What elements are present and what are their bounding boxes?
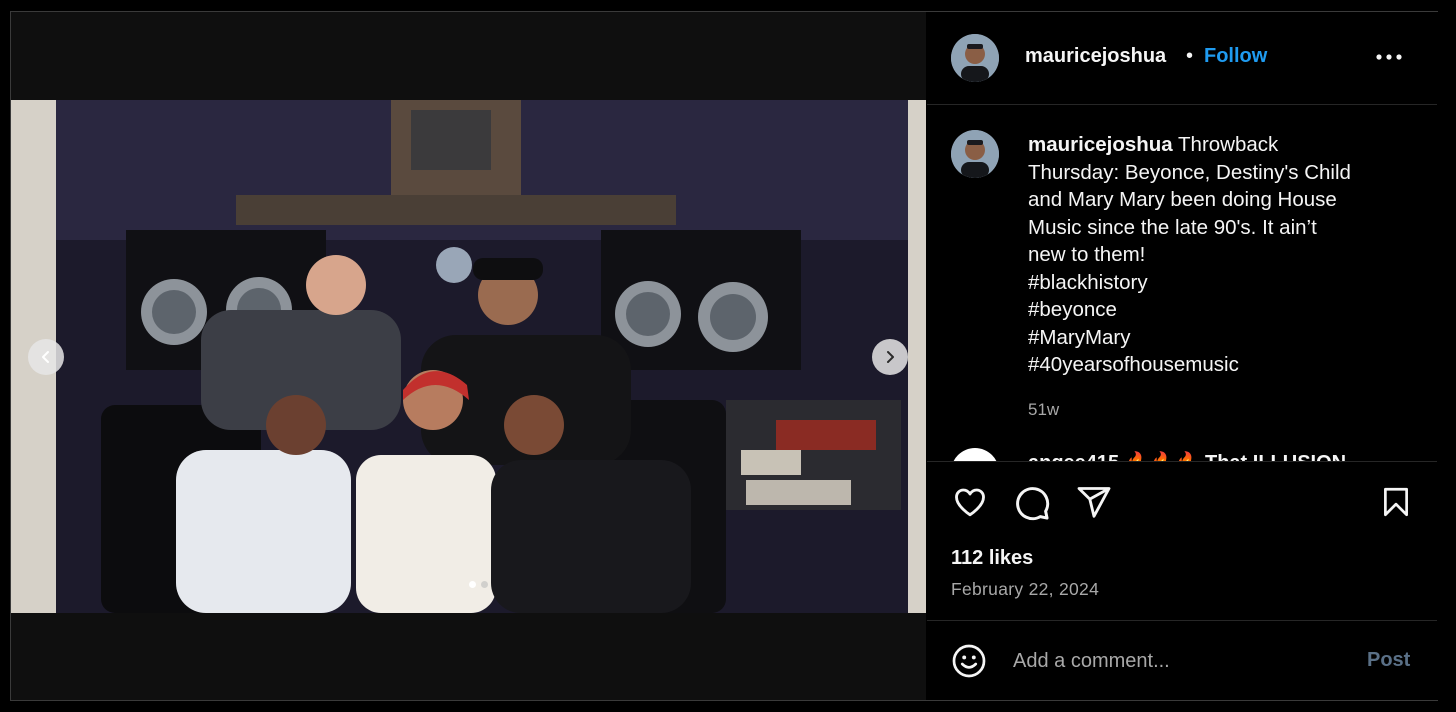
caption-line: Thursday: Beyonce, Destiny's Child: [1028, 160, 1351, 184]
avatar[interactable]: [951, 34, 999, 82]
avatar[interactable]: [951, 448, 999, 461]
comment-button[interactable]: [1013, 484, 1051, 527]
caption-line: new to them!: [1028, 243, 1146, 266]
carousel-indicator: [469, 581, 488, 588]
heart-icon: [955, 488, 985, 517]
carousel-prev-button[interactable]: [28, 339, 64, 375]
emoji-icon: [952, 644, 986, 678]
post-header: mauricejoshua • Follow: [927, 12, 1437, 105]
hashtag-link[interactable]: #40yearsofhousemusic: [1028, 351, 1388, 379]
likes-count[interactable]: 112 likes: [951, 547, 1033, 570]
media-panel: [11, 12, 926, 700]
emoji-button[interactable]: [951, 643, 987, 684]
post-side-panel: mauricejoshua • Follow mauricejoshua Thr…: [927, 12, 1438, 700]
follow-button[interactable]: Follow: [1204, 45, 1267, 68]
hashtag-link[interactable]: #beyonce: [1028, 296, 1388, 324]
share-button[interactable]: [1075, 484, 1113, 525]
separator-dot: •: [1186, 45, 1194, 67]
more-options-button[interactable]: [1371, 42, 1407, 72]
save-button[interactable]: [1379, 484, 1413, 525]
avatar[interactable]: [951, 130, 999, 178]
like-button[interactable]: [951, 484, 989, 525]
photo-image: [11, 100, 926, 613]
caption-line: and Mary Mary been doing House: [1028, 188, 1337, 211]
profile-photo: [951, 130, 999, 178]
chevron-right-icon: [887, 351, 894, 363]
comment-preview: angee415 🔥🔥🔥 That ILLUSION: [1028, 450, 1346, 461]
comments-list[interactable]: mauricejoshua Throwback Thursday: Beyonc…: [927, 105, 1437, 461]
username-link[interactable]: mauricejoshua: [1025, 45, 1166, 68]
caption-timestamp[interactable]: 51w: [1028, 400, 1059, 420]
caption-username[interactable]: mauricejoshua: [1028, 133, 1173, 156]
carousel-next-button[interactable]: [872, 339, 908, 375]
share-icon: [1077, 487, 1111, 518]
action-bar: 112 likes February 22, 2024: [927, 461, 1437, 622]
profile-photo: [951, 34, 999, 82]
bookmark-icon: [1384, 487, 1408, 517]
comment-icon: [1016, 487, 1050, 521]
caption-line: Throwback: [1178, 133, 1279, 156]
post-comment-button[interactable]: Post: [1367, 649, 1410, 672]
carousel-dot: [469, 581, 476, 588]
post-caption: mauricejoshua Throwback Thursday: Beyonc…: [1028, 131, 1388, 379]
hashtag-link[interactable]: #blackhistory: [1028, 269, 1388, 297]
hashtag-link[interactable]: #MaryMary: [1028, 324, 1388, 352]
post-dialog: mauricejoshua • Follow mauricejoshua Thr…: [10, 11, 1438, 701]
comment-composer: Post: [927, 620, 1437, 701]
chevron-left-icon: [42, 351, 49, 363]
carousel-dot: [481, 581, 488, 588]
more-horizontal-icon: [1376, 54, 1402, 60]
post-date: February 22, 2024: [951, 579, 1100, 599]
post-photo[interactable]: [11, 100, 926, 613]
caption-line: Music since the late 90's. It ain’t: [1028, 215, 1317, 239]
comment-input[interactable]: [1011, 645, 1345, 677]
